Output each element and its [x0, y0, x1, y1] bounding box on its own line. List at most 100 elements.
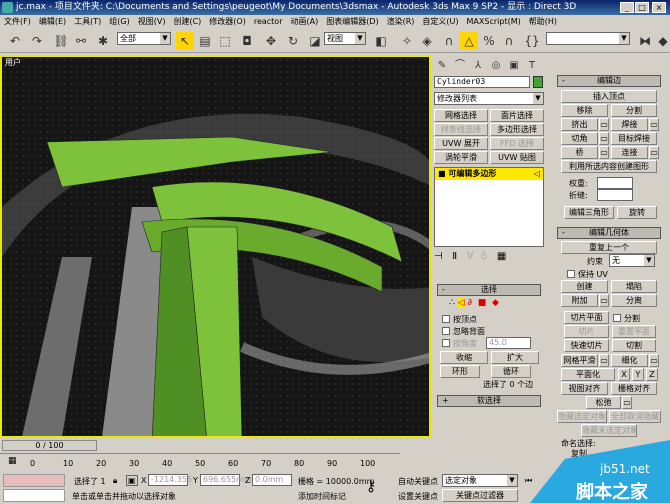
snap-icon[interactable]: ∩	[440, 32, 458, 50]
spinner-snap-icon[interactable]: ∩	[500, 32, 518, 50]
rectangular-selection-icon[interactable]: ⬚	[216, 32, 234, 50]
set-key-icon[interactable]: ⚷	[366, 479, 376, 495]
vertex-icon[interactable]: ∴	[449, 298, 455, 308]
uvw-unwrap-button[interactable]: UVW 展开	[434, 137, 488, 150]
shrink-button[interactable]: 收缩	[440, 351, 488, 364]
redo-icon[interactable]: ↷	[28, 32, 46, 50]
ring-button[interactable]: 环形	[440, 365, 480, 378]
selection-rollout-header[interactable]: - 选择	[437, 284, 541, 296]
edit-edges-rollout-header[interactable]: - 编辑边	[557, 75, 661, 87]
attach-button[interactable]: 附加	[561, 294, 598, 307]
track-bar-menu-icon[interactable]: ▦	[8, 456, 17, 466]
view-align-button[interactable]: 视图对齐	[561, 382, 608, 395]
create-shape-button[interactable]: 利用所选内容创建图形	[561, 160, 657, 173]
display-tab-icon[interactable]: ▣	[505, 57, 523, 75]
slice-plane-button[interactable]: 切片平面	[564, 311, 609, 324]
ignore-backfacing-checkbox[interactable]: 忽略背面	[442, 326, 485, 337]
loop-button[interactable]: 循环	[491, 365, 531, 378]
split-checkbox[interactable]: 分割	[613, 313, 640, 324]
ffd-select-button[interactable]: FFD 选择	[490, 137, 544, 150]
menu-maxscript[interactable]: MAXScript(M)	[467, 17, 521, 26]
chamfer-settings-icon[interactable]: ▭	[599, 132, 609, 145]
weld-button[interactable]: 焊接	[611, 118, 648, 131]
angle-snap-icon[interactable]: △	[460, 32, 478, 50]
menu-tools[interactable]: 工具(T)	[74, 17, 101, 26]
soft-selection-rollout-header[interactable]: + 软选择	[437, 395, 541, 407]
configure-modifier-sets-icon[interactable]: ▦	[497, 251, 506, 262]
extrude-settings-icon[interactable]: ▭	[599, 118, 609, 131]
slice-button[interactable]: 切片	[564, 325, 609, 338]
minimize-button[interactable]: _	[620, 2, 634, 13]
pin-stack-icon[interactable]: ⊣	[434, 251, 443, 262]
add-time-tag[interactable]: 添加时间标记	[298, 491, 346, 502]
edit-triangulation-button[interactable]: 编辑三角形	[564, 206, 614, 219]
split-button[interactable]: 分割	[611, 104, 657, 117]
planar-y-button[interactable]: Y	[632, 368, 644, 381]
preserve-uv-checkbox[interactable]: 保持 UV	[567, 269, 608, 280]
menu-edit[interactable]: 编辑(E)	[39, 17, 66, 26]
reset-plane-button[interactable]: 重置平面	[612, 325, 656, 338]
attach-list-icon[interactable]: ▭	[599, 294, 609, 307]
weld-settings-icon[interactable]: ▭	[649, 118, 659, 131]
uvw-map-button[interactable]: UVW 贴图	[490, 151, 544, 164]
x-coord-input[interactable]: -1214.355	[148, 474, 192, 486]
maxscript-listener-pink[interactable]	[3, 474, 65, 487]
named-selection-dropdown[interactable]: ▼	[546, 32, 630, 45]
show-end-result-icon[interactable]: Ⅱ	[452, 251, 457, 262]
repeat-last-button[interactable]: 重复上一个	[561, 241, 657, 254]
menu-file[interactable]: 文件(F)	[4, 17, 31, 26]
menu-animation[interactable]: 动画(A)	[290, 17, 318, 26]
goto-start-icon[interactable]: ⏮	[525, 476, 532, 486]
meshsmooth-button[interactable]: 网格平滑	[561, 354, 598, 367]
create-tab-icon[interactable]: ✎	[433, 57, 451, 75]
object-name-input[interactable]: Cylinder03	[434, 76, 530, 88]
menu-modifiers[interactable]: 修改器(O)	[209, 17, 246, 26]
track-bar[interactable]: ▦ 0 10 20 30 40 50 60 70 80 90 100	[0, 453, 400, 470]
spline-select-button[interactable]: 样条线选择	[434, 123, 488, 136]
maxscript-listener-white[interactable]	[3, 489, 65, 502]
key-filters-button[interactable]: 关键点过滤器	[442, 489, 518, 502]
menu-graph-editors[interactable]: 图表编辑器(D)	[326, 17, 378, 26]
bind-spacewarp-icon[interactable]: ✱	[94, 32, 112, 50]
crease-spinner[interactable]	[597, 189, 633, 201]
named-selection-icon[interactable]: {}	[523, 32, 541, 50]
selection-filter-dropdown[interactable]: 全部 ▼	[117, 32, 171, 45]
make-planar-button[interactable]: 平面化	[561, 368, 615, 381]
extrude-button[interactable]: 挤出	[561, 118, 598, 131]
lock-selection-icon[interactable]: 🔒︎	[113, 476, 117, 486]
menu-views[interactable]: 视图(V)	[138, 17, 166, 26]
key-mode-dropdown[interactable]: 选定对象 ▼	[442, 474, 518, 487]
connect-button[interactable]: 连接	[611, 146, 648, 159]
maximize-button[interactable]: □	[635, 2, 649, 13]
hide-selected-button[interactable]: 隐藏选定对象	[557, 410, 607, 423]
menu-rendering[interactable]: 渲染(R)	[387, 17, 415, 26]
viewport-user[interactable]: 用户	[0, 55, 431, 438]
unlink-icon[interactable]: ⚯	[72, 32, 90, 50]
menu-help[interactable]: 帮助(H)	[529, 17, 557, 26]
move-icon[interactable]: ✥	[262, 32, 280, 50]
stack-item-editable-poly[interactable]: ■ 可编辑多边形 ◁	[435, 168, 543, 180]
menu-reactor[interactable]: reactor	[254, 17, 283, 26]
meshsmooth-settings-icon[interactable]: ▭	[599, 354, 609, 367]
border-icon[interactable]: ∂	[467, 298, 472, 308]
time-slider[interactable]: 0 / 100	[2, 440, 97, 451]
grid-align-button[interactable]: 栅格对齐	[611, 382, 657, 395]
patch-select-button[interactable]: 面片选择	[490, 109, 544, 122]
absolute-mode-icon[interactable]: ▣	[126, 475, 138, 486]
modify-tab-icon[interactable]: ⌒	[451, 57, 469, 75]
auto-key-button[interactable]: 自动关键点	[398, 476, 438, 487]
mirror-icon[interactable]: ⧓	[636, 32, 654, 50]
turbosmooth-button[interactable]: 涡轮平滑	[434, 151, 488, 164]
unhide-all-button[interactable]: 全部取消隐藏	[609, 410, 661, 423]
hierarchy-tab-icon[interactable]: ⅄	[469, 57, 487, 75]
reference-coord-dropdown[interactable]: 视图 ▼	[324, 32, 366, 45]
detach-button[interactable]: 分离	[611, 294, 657, 307]
connect-settings-icon[interactable]: ▭	[649, 146, 659, 159]
bridge-settings-icon[interactable]: ▭	[599, 146, 609, 159]
hide-unselected-button[interactable]: 隐藏未选定对象	[581, 424, 637, 437]
keyboard-shortcut-icon[interactable]: ◈	[418, 32, 436, 50]
polygon-icon[interactable]: ■	[478, 298, 487, 308]
element-icon[interactable]: ◆	[492, 298, 499, 308]
quickslice-button[interactable]: 快速切片	[564, 339, 609, 352]
utilities-tab-icon[interactable]: T	[523, 57, 541, 75]
